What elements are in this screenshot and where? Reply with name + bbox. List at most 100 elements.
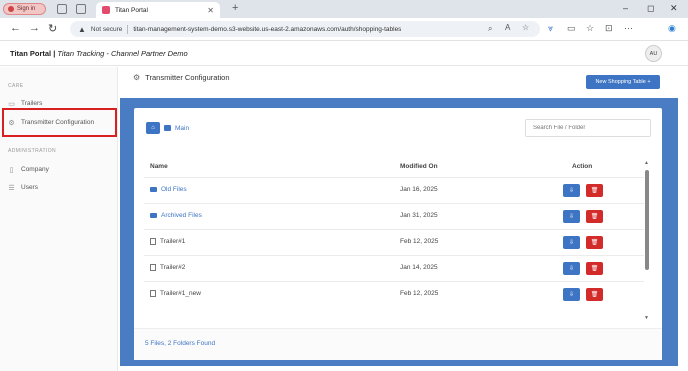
table-row[interactable]: Trailer#1_new Feb 12, 2025 ⇩ 🗑: [144, 281, 644, 307]
collections-toolbar-icon[interactable]: ⊡: [605, 23, 613, 34]
row-name-text: Trailer#1: [160, 238, 186, 245]
sidebar-section-administration: ADMINISTRATION: [8, 148, 57, 154]
file-icon: [150, 238, 156, 245]
file-count-text: 5 Files, 2 Folders Found: [145, 340, 216, 347]
row-name-text: Old Files: [161, 186, 187, 193]
forward-icon[interactable]: →: [29, 22, 40, 34]
sidebar-section-care: CARE: [8, 83, 24, 89]
search-page-icon[interactable]: ⌕: [488, 24, 492, 34]
profile-label: Sign in: [17, 6, 36, 12]
app-title: Titan Portal | Titan Tracking - Channel …: [10, 49, 188, 58]
read-aloud-icon[interactable]: A: [505, 23, 510, 32]
settings-icon: ⚙: [133, 73, 141, 82]
row-modified: Jan 31, 2025: [400, 212, 438, 219]
tab-title: Titan Portal: [115, 6, 148, 14]
row-name-text: Archived Files: [161, 212, 202, 219]
row-modified: Feb 12, 2025: [400, 238, 439, 245]
collections-icon[interactable]: [57, 4, 67, 14]
column-name: Name: [150, 163, 168, 170]
close-window-button[interactable]: ✕: [670, 3, 678, 14]
row-modified: Feb 12, 2025: [400, 290, 439, 297]
column-modified: Modified On: [400, 163, 438, 170]
portal-name: Titan Portal: [10, 48, 52, 58]
back-icon[interactable]: ←: [10, 22, 21, 34]
delete-button[interactable]: 🗑: [586, 210, 603, 223]
table-header: Name Modified On Action: [148, 163, 648, 175]
avatar[interactable]: AU: [645, 45, 662, 62]
row-modified: Jan 14, 2025: [400, 264, 438, 271]
download-button[interactable]: ⇩: [563, 262, 580, 275]
favorites-icon[interactable]: ☆: [586, 23, 594, 34]
row-modified: Jan 16, 2025: [400, 186, 438, 193]
table-row[interactable]: Archived Files Jan 31, 2025 ⇩ 🗑: [144, 203, 644, 229]
page-title: Transmitter Configuration: [145, 73, 230, 82]
favorite-star-icon[interactable]: ☆: [522, 23, 529, 32]
row-name[interactable]: Old Files: [150, 186, 187, 193]
scroll-thumb[interactable]: [645, 170, 649, 270]
column-action: Action: [572, 163, 593, 170]
file-count-footer: 5 Files, 2 Folders Found: [134, 328, 662, 360]
copilot-icon[interactable]: ◉: [668, 23, 676, 34]
new-tab-button[interactable]: +: [232, 2, 238, 14]
close-tab-icon[interactable]: ✕: [207, 6, 214, 15]
scrollbar[interactable]: ▲ ▼: [644, 160, 650, 323]
profile-button[interactable]: Sign in: [3, 3, 46, 15]
home-icon[interactable]: ⌂: [146, 122, 160, 134]
url-text: titan-management-system-demo.s3-website.…: [133, 25, 402, 33]
annotation-highlight-box: [2, 108, 117, 137]
maximize-button[interactable]: ◻: [647, 3, 654, 14]
more-icon[interactable]: ⋯: [624, 23, 633, 34]
row-name[interactable]: Trailer#1_new: [150, 290, 201, 297]
folder-icon: [150, 213, 157, 218]
file-icon: [150, 264, 156, 271]
sidebar-item-users[interactable]: ☰ Users: [8, 184, 38, 192]
site-favicon-icon: [102, 6, 110, 14]
extension-icon[interactable]: ⩔: [548, 23, 553, 34]
breadcrumb-main[interactable]: Main: [175, 125, 189, 132]
address-bar-row: ← → ↻ ▲ Not secure titan-management-syst…: [0, 18, 688, 41]
not-secure-label: Not secure: [90, 25, 123, 33]
folder-icon: [150, 187, 157, 192]
company-icon: ▯: [9, 166, 14, 174]
sidebar-item-trailers[interactable]: ▭ Trailers: [8, 100, 42, 108]
download-button[interactable]: ⇩: [563, 236, 580, 249]
download-button[interactable]: ⇩: [563, 184, 580, 197]
browser-tab-bar: Sign in Titan Portal ✕ + – ◻ ✕: [0, 0, 688, 18]
app-subtitle: Titan Tracking - Channel Partner Demo: [57, 48, 188, 58]
table-row[interactable]: Trailer#1 Feb 12, 2025 ⇩ 🗑: [144, 229, 644, 255]
row-name[interactable]: Trailer#1: [150, 238, 185, 245]
sidebar-item-label: Users: [21, 184, 38, 191]
tab-actions-icon[interactable]: [76, 4, 86, 14]
browser-tab[interactable]: Titan Portal ✕: [96, 2, 220, 18]
url-field[interactable]: ▲ Not secure titan-management-system-dem…: [70, 21, 540, 37]
delete-button[interactable]: 🗑: [586, 288, 603, 301]
minimize-button[interactable]: –: [623, 3, 628, 13]
delete-button[interactable]: 🗑: [586, 262, 603, 275]
folder-icon: [164, 125, 171, 131]
page-title-row: ⚙ Transmitter Configuration: [133, 73, 230, 82]
row-name-text: Trailer#1_new: [160, 290, 201, 297]
scroll-down-icon[interactable]: ▼: [644, 315, 649, 321]
reload-icon[interactable]: ↻: [48, 22, 57, 35]
delete-button[interactable]: 🗑: [586, 184, 603, 197]
split-screen-icon[interactable]: ▭: [567, 23, 576, 34]
delete-button[interactable]: 🗑: [586, 236, 603, 249]
breadcrumb: ⌂ Main: [146, 122, 189, 134]
row-name[interactable]: Archived Files: [150, 212, 202, 219]
row-name[interactable]: Trailer#2: [150, 264, 185, 271]
table-row[interactable]: Trailer#2 Jan 14, 2025 ⇩ 🗑: [144, 255, 644, 281]
sidebar-item-label: Company: [21, 166, 49, 173]
users-icon: ☰: [8, 184, 15, 192]
sidebar-item-company[interactable]: ▯ Company: [8, 166, 49, 174]
row-name-text: Trailer#2: [160, 264, 186, 271]
download-button[interactable]: ⇩: [563, 288, 580, 301]
download-button[interactable]: ⇩: [563, 210, 580, 223]
new-shopping-table-button[interactable]: New Shopping Table +: [586, 75, 660, 89]
file-list: Old Files Jan 16, 2025 ⇩ 🗑 Archived File…: [144, 177, 644, 307]
trailer-icon: ▭: [8, 100, 15, 108]
file-icon: [150, 290, 156, 297]
table-row[interactable]: Old Files Jan 16, 2025 ⇩ 🗑: [144, 177, 644, 203]
app-header: Titan Portal | Titan Tracking - Channel …: [0, 41, 688, 66]
scroll-up-icon[interactable]: ▲: [644, 160, 649, 166]
search-input[interactable]: [525, 119, 651, 137]
